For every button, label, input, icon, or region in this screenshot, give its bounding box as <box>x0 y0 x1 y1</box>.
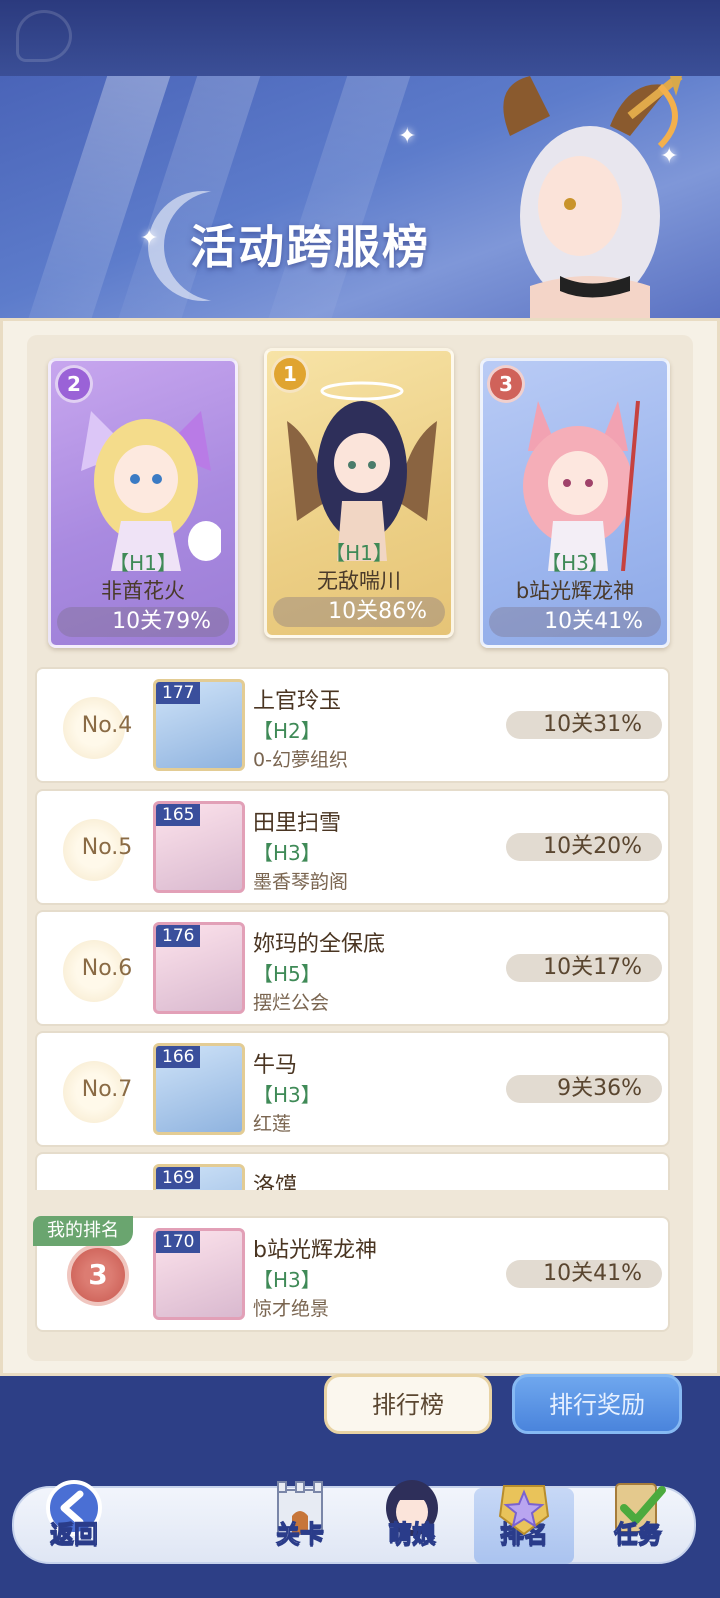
avatar[interactable]: 176 <box>153 922 245 1014</box>
ranking-list-button[interactable]: 排行榜 <box>324 1374 492 1434</box>
star-badge-icon <box>498 1485 550 1536</box>
player-name: 田里扫雪 <box>253 811 342 836</box>
heart-decoration-icon <box>16 10 72 62</box>
guild-name: 0-幻夢组织 <box>253 749 348 771</box>
star-icon: ✦ <box>398 124 417 149</box>
nav-back[interactable]: 返回 <box>18 1470 130 1566</box>
ranking-row[interactable]: No.5 165 田里扫雪 【H3】 墨香琴韵阁 10关20% <box>35 789 670 905</box>
rank-medal: 3 <box>487 365 525 403</box>
level-badge: 177 <box>156 682 201 704</box>
character-portrait <box>287 381 437 561</box>
podium-card-rank-3[interactable]: 3 【H3】 b站光辉龙神 10关41% <box>480 358 670 648</box>
level-badge: 166 <box>156 1046 201 1068</box>
star-icon: ✦ <box>140 226 159 251</box>
light-ray <box>242 76 418 318</box>
ranking-reward-button[interactable]: 排行奖励 <box>512 1374 682 1434</box>
nav-label: 任务 <box>614 1520 663 1549</box>
nav-rank[interactable]: 排名 <box>468 1470 580 1566</box>
player-name: 牛马 <box>253 1053 298 1078</box>
server-tag: 【H1】 <box>325 541 393 565</box>
player-name: b站光辉龙神 <box>515 579 635 603</box>
level-badge: 176 <box>156 925 201 947</box>
avatar[interactable]: 177 <box>153 679 245 771</box>
server-tag: 【H3】 <box>253 1083 321 1107</box>
player-name: 妳玛的全保底 <box>253 932 386 957</box>
rank-medal: 3 <box>67 1244 129 1306</box>
server-tag: 【H3】 <box>253 841 321 865</box>
player-name: 洛馍 <box>253 1174 298 1190</box>
nav-stage[interactable]: 关卡 <box>244 1470 356 1566</box>
top-bar <box>0 0 720 76</box>
progress-badge: 9关36% <box>506 1075 662 1103</box>
player-name: 非酋花火 <box>101 579 185 603</box>
level-badge: 169 <box>156 1167 201 1189</box>
level-badge: 170 <box>156 1231 201 1253</box>
page-title: 活动跨服榜 <box>190 220 430 274</box>
ranking-row[interactable]: No.4 177 上官玲玉 【H2】 0-幻夢组织 10关31% <box>35 667 670 783</box>
server-tag: 【H3】 <box>541 551 609 575</box>
character-portrait <box>81 411 221 571</box>
ranking-row[interactable]: 169 洛馍 <box>35 1152 670 1190</box>
podium-card-rank-2[interactable]: 2 【H1】 非酋花火 10关79% <box>48 358 238 648</box>
character-portrait <box>523 400 640 571</box>
server-tag: 【H2】 <box>253 719 321 743</box>
nav-label: 返回 <box>50 1520 99 1549</box>
nav-label: 关卡 <box>276 1520 325 1549</box>
avatar[interactable]: 165 <box>153 801 245 893</box>
progress-badge: 10关20% <box>506 833 662 861</box>
nav-girls[interactable]: 萌娘 <box>356 1470 468 1566</box>
server-tag: 【H3】 <box>253 1268 321 1292</box>
guild-name: 墨香琴韵阁 <box>253 871 349 893</box>
rank-number: No.4 <box>81 713 133 738</box>
player-name: b站光辉龙神 <box>253 1238 377 1263</box>
level-badge: 165 <box>156 804 201 826</box>
rank-number: No.6 <box>81 956 133 981</box>
banner: ✦ ✦ ✦ ✧ 活动跨服榜 <box>0 76 720 318</box>
rank-medal: 1 <box>271 355 309 393</box>
progress-badge: 10关41% <box>506 1260 662 1288</box>
bottom-nav: 返回 关卡 萌娘 排名 任务 <box>0 1470 720 1598</box>
guild-name: 红莲 <box>253 1113 292 1135</box>
progress-badge: 10关86% <box>273 597 445 627</box>
progress-badge: 10关41% <box>489 607 661 637</box>
player-name: 上官玲玉 <box>253 689 342 714</box>
progress-badge: 10关17% <box>506 954 662 982</box>
progress-badge: 10关79% <box>57 607 229 637</box>
avatar[interactable]: 170 <box>153 1228 245 1320</box>
progress-badge: 10关31% <box>506 711 662 739</box>
podium-card-rank-1[interactable]: 1 【H1】 无敌喘川 10关86% <box>264 348 454 638</box>
my-rank-label: 我的排名 <box>33 1216 133 1246</box>
guild-name: 摆烂公会 <box>253 992 330 1014</box>
nav-label: 萌娘 <box>388 1520 437 1549</box>
ranking-row[interactable]: No.6 176 妳玛的全保底 【H5】 摆烂公会 10关17% <box>35 910 670 1026</box>
rank-number: No.5 <box>81 835 133 860</box>
character-illustration <box>503 76 683 318</box>
server-tag: 【H1】 <box>109 551 177 575</box>
avatar[interactable]: 169 <box>153 1164 245 1190</box>
rank-medal: 2 <box>55 365 93 403</box>
avatar[interactable]: 166 <box>153 1043 245 1135</box>
ranking-row[interactable]: No.7 166 牛马 【H3】 红莲 9关36% <box>35 1031 670 1147</box>
rank-number: No.7 <box>81 1077 133 1102</box>
player-name: 无敌喘川 <box>317 569 401 593</box>
server-tag: 【H5】 <box>253 962 321 986</box>
nav-task[interactable]: 任务 <box>582 1470 694 1566</box>
guild-name: 惊才绝景 <box>253 1298 330 1320</box>
